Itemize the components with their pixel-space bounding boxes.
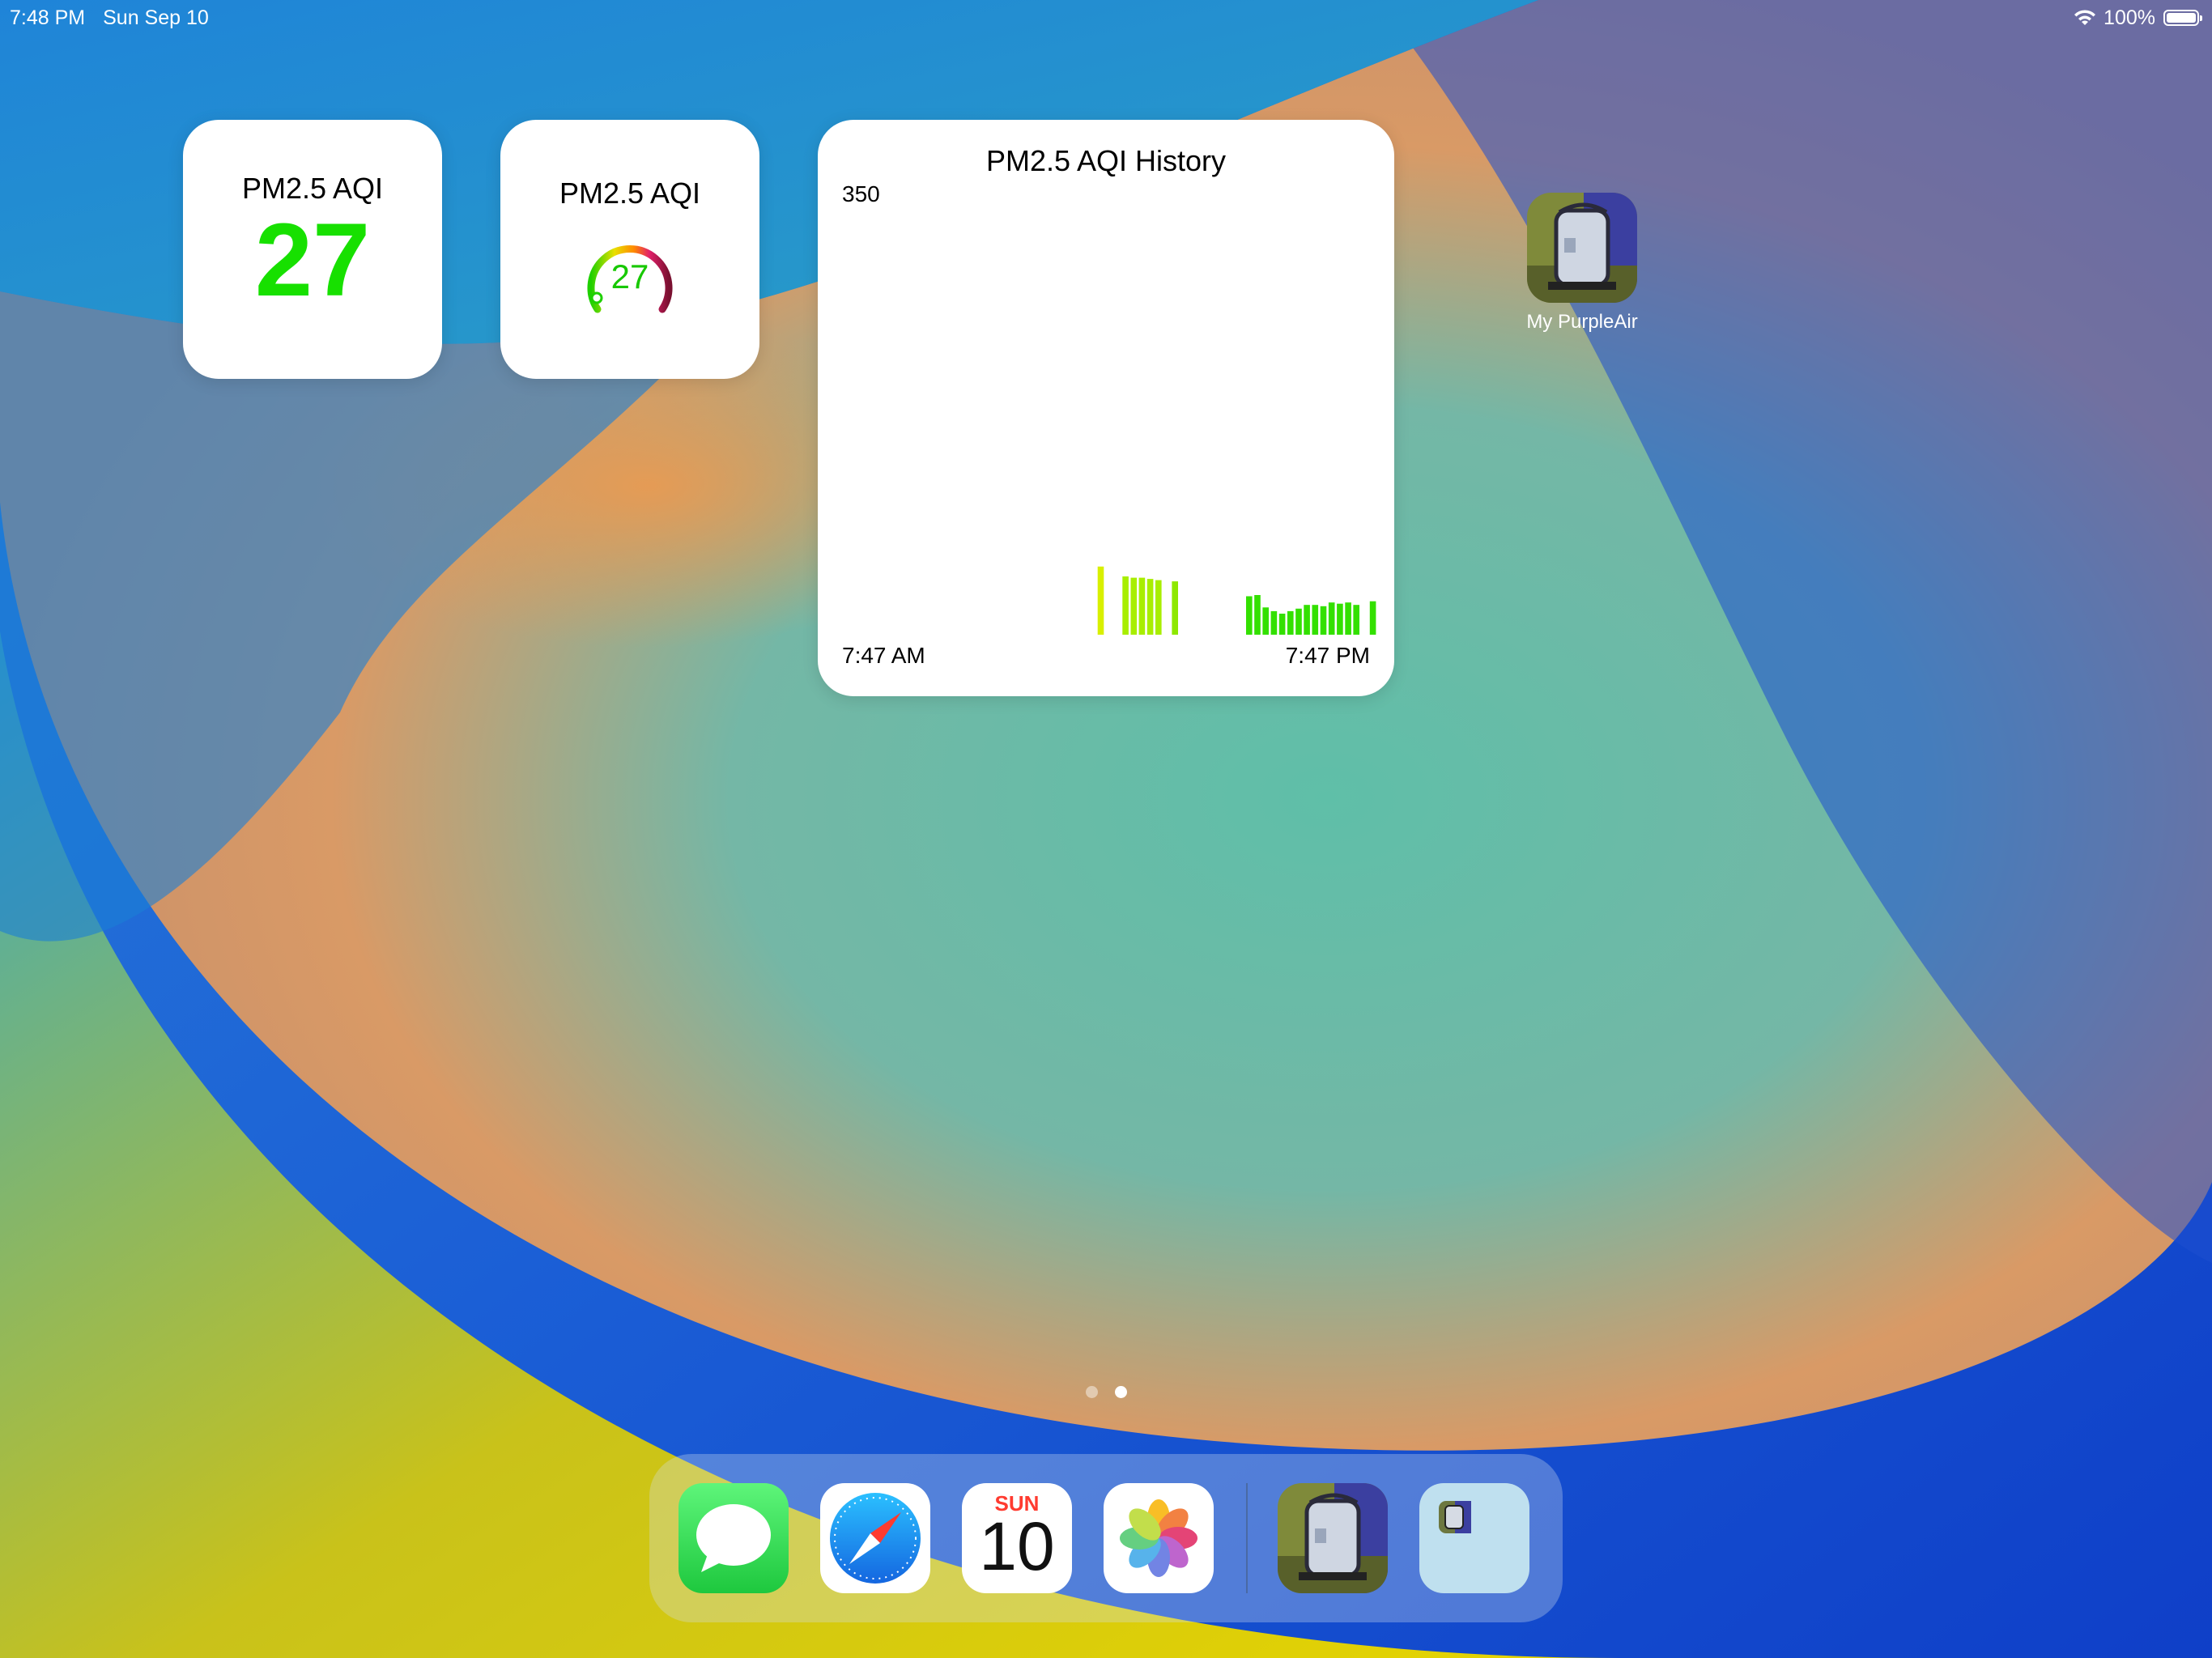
aqi-history-bar bbox=[1278, 614, 1286, 635]
aqi-history-bar bbox=[1254, 595, 1261, 635]
aqi-history-bar bbox=[1287, 610, 1294, 635]
chart-title: PM2.5 AQI History bbox=[985, 144, 1227, 177]
app-label-purpleair[interactable]: My PurpleAir bbox=[1485, 311, 1679, 334]
aqi-history-bar bbox=[1337, 603, 1343, 635]
status-bar-right: 100% bbox=[2073, 3, 2202, 32]
wifi-icon bbox=[2074, 10, 2096, 25]
recent-app-icon bbox=[1439, 1501, 1471, 1533]
messages-app-icon[interactable] bbox=[678, 1483, 789, 1593]
purpleair-sensor-icon bbox=[1527, 193, 1637, 303]
safari-compass-icon bbox=[830, 1493, 921, 1584]
status-date: Sun Sep 10 bbox=[103, 6, 209, 29]
aqi-value: 27 bbox=[254, 202, 371, 318]
aqi-history-bar bbox=[1138, 577, 1146, 635]
status-time: 7:48 PM bbox=[10, 6, 86, 29]
aqi-history-bar bbox=[1246, 596, 1253, 635]
calendar-app-icon[interactable]: SUN 10 bbox=[962, 1483, 1072, 1593]
aqi-history-bar bbox=[1345, 602, 1351, 635]
widget-title: PM2.5 AQI bbox=[559, 176, 701, 210]
aqi-history-bar bbox=[1320, 606, 1327, 635]
aqi-history-bar bbox=[1155, 580, 1162, 635]
x-axis-start-label: 7:47 AM bbox=[842, 643, 925, 668]
messages-icon bbox=[696, 1504, 771, 1572]
dock: SUN 10 bbox=[649, 1454, 1563, 1622]
battery-percentage: 100% bbox=[2104, 6, 2155, 29]
dock-divider bbox=[1246, 1483, 1248, 1593]
battery-icon bbox=[2163, 10, 2202, 26]
purpleair-app-icon[interactable] bbox=[1527, 193, 1637, 303]
aqi-history-chart bbox=[1097, 566, 1376, 635]
aqi-history-bar bbox=[1312, 605, 1319, 635]
recent-app-icon[interactable] bbox=[1419, 1483, 1529, 1593]
page-indicator-dot-2[interactable] bbox=[1115, 1386, 1127, 1398]
aqi-history-bar bbox=[1172, 581, 1178, 635]
aqi-history-bar bbox=[1328, 602, 1335, 635]
purpleair-dock-icon[interactable] bbox=[1278, 1483, 1388, 1593]
aqi-history-bar bbox=[1146, 579, 1154, 635]
widget-title: PM2.5 AQI bbox=[241, 172, 384, 205]
aqi-history-bar bbox=[1295, 608, 1302, 635]
aqi-history-bar bbox=[1130, 577, 1138, 635]
aqi-history-bar bbox=[1122, 576, 1129, 635]
aqi-history-bar bbox=[1097, 566, 1104, 635]
photos-flower-icon bbox=[1120, 1499, 1197, 1577]
aqi-number-widget[interactable]: PM2.5 AQI 27 bbox=[183, 120, 442, 379]
safari-app-icon[interactable] bbox=[820, 1483, 930, 1593]
x-axis-end-label: 7:47 PM bbox=[1285, 643, 1370, 668]
page-indicator-dot-1[interactable] bbox=[1086, 1386, 1098, 1398]
purpleair-sensor-icon bbox=[1278, 1483, 1388, 1593]
photos-app-icon[interactable] bbox=[1104, 1483, 1214, 1593]
calendar-date: 10 bbox=[979, 1508, 1055, 1584]
status-bar-left: 7:48 PM Sun Sep 10 bbox=[10, 3, 209, 32]
aqi-gauge-widget[interactable]: PM2.5 AQI 27 bbox=[500, 120, 759, 379]
aqi-history-widget[interactable]: PM2.5 AQI History 350 7:47 AM 7:47 PM bbox=[818, 120, 1394, 696]
aqi-history-bar bbox=[1304, 605, 1310, 635]
aqi-history-bar bbox=[1353, 605, 1359, 635]
aqi-gauge-value: 27 bbox=[610, 257, 649, 295]
aqi-history-bar bbox=[1369, 601, 1376, 635]
aqi-history-bar bbox=[1262, 607, 1269, 635]
aqi-history-bar bbox=[1270, 610, 1278, 635]
